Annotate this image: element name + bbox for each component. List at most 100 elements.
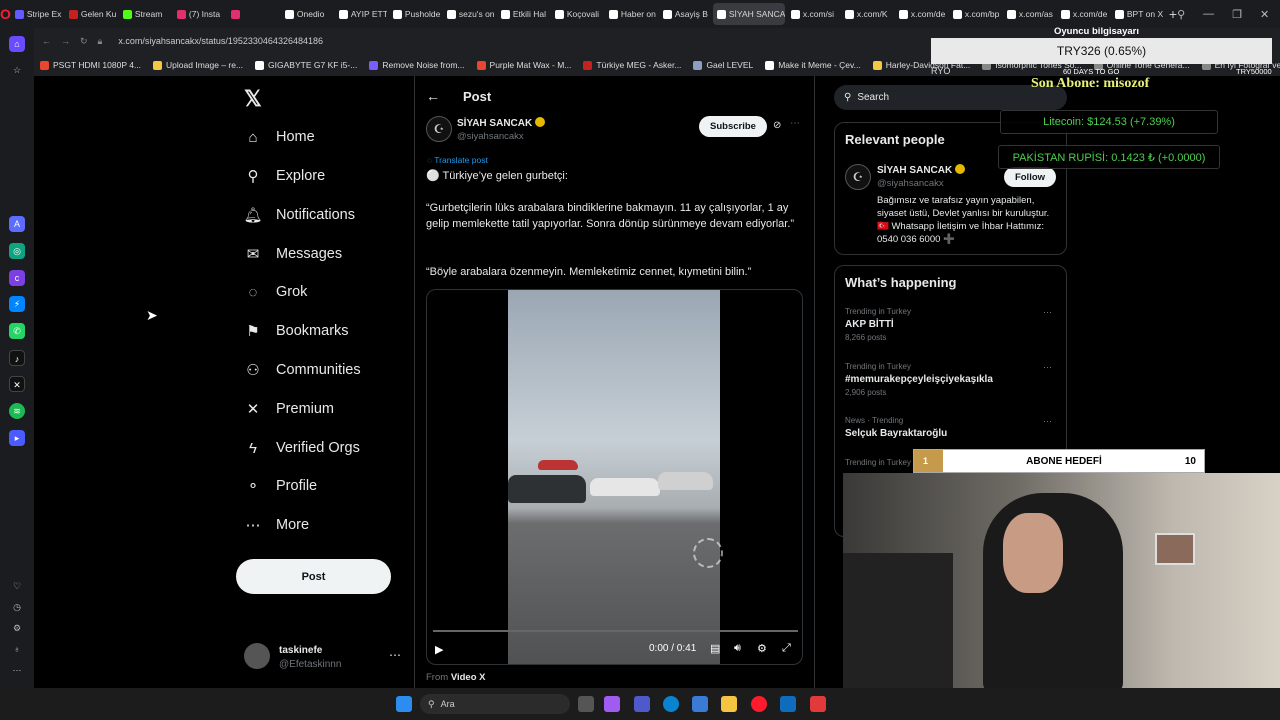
trend-item[interactable]: Trending in Turkey #memurakepçeyleişçiyek… [845,362,1060,397]
nav-item-communities[interactable]: ⚇ Communities [244,357,360,383]
nav-item-home[interactable]: ⌂ Home [244,124,314,150]
back-icon[interactable]: ← [42,36,51,46]
bookmark-item[interactable]: Remove Noise from... [369,60,465,70]
browser-tab[interactable]: sezu's on [443,3,495,25]
volume-icon[interactable]: 🔊︎ [734,642,741,655]
browser-tab[interactable]: SİYAH SANCAK [712,3,785,25]
back-arrow-icon[interactable]: ← [426,88,440,104]
player-icon[interactable]: ▸ [9,430,25,446]
relevant-name[interactable]: SİYAH SANCAK [877,164,966,176]
post-more-icon[interactable]: ⋯ [790,118,800,129]
bookmark-item[interactable]: PSGT HDMI 1080P 4... [40,60,141,70]
edge-icon[interactable] [663,696,679,712]
browser-tab[interactable]: x.com/si [787,3,839,25]
video-progress-bar[interactable] [433,630,798,632]
aria-icon[interactable]: A [9,216,25,232]
browser-tab[interactable]: x.com/as [1003,3,1055,25]
browser-tab[interactable]: (7) Insta [173,3,225,25]
trend-item[interactable]: Trending in Turkey AKP BİTTİ 8,266 posts ⋯ [845,307,1060,342]
from-source-link[interactable]: Video X [451,672,486,683]
minimize-icon[interactable]: — [1203,8,1214,21]
trend-more-icon[interactable]: ⋯ [1043,307,1052,318]
bookmark-item[interactable]: Gael LEVEL [693,60,753,70]
bookmark-item[interactable]: Upload Image – re... [153,60,243,70]
fullscreen-icon[interactable]: ⤢ [782,642,791,655]
bookmark-item[interactable]: Türkiye MEG - Asker... [583,60,681,70]
relevant-handle[interactable]: @siyahsancakx [877,178,944,189]
author-handle[interactable]: @siyahsancakx [457,131,524,142]
video-frame[interactable] [508,290,723,664]
lightbulb-icon[interactable]: ♁ [9,641,25,657]
post-button[interactable]: Post [236,559,391,594]
author-avatar[interactable]: ☪ [426,116,452,142]
browser-tab[interactable]: Etkili Hal [497,3,549,25]
messenger-icon[interactable]: ⚡︎ [9,296,25,312]
browser-tab[interactable]: Pusholde [389,3,441,25]
nav-item-more[interactable]: ⋯ More [244,512,310,538]
star-icon[interactable]: ☆ [9,62,25,78]
cs-icon[interactable]: c [9,270,25,286]
browser-tab[interactable]: Onedio [281,3,333,25]
translate-post-link[interactable]: ◌ Translate post [427,155,488,165]
grok-icon[interactable]: ⊘ [773,120,781,131]
close-window-icon[interactable]: ✕ [1260,8,1269,21]
reload-icon[interactable]: ↻ [80,36,88,47]
x-app-icon[interactable]: ✕ [9,376,25,392]
account-switcher[interactable]: taskinefe @Efetaskinnn ⋯ [244,643,404,675]
browser-tab[interactable]: Stripe Ex [11,3,63,25]
browser-tab[interactable]: Stream [119,3,171,25]
forward-icon[interactable]: → [61,36,70,46]
history-icon[interactable]: ◷ [9,599,25,615]
browser-tab[interactable]: Gelen Ku [65,3,117,25]
url-field[interactable]: x.com/siyahsancakx/status/19523304643264… [118,36,323,46]
home-icon[interactable]: ⌂ [9,36,25,52]
outlook-icon[interactable] [780,696,796,712]
video-player[interactable]: ▶ 0:00 / 0:41 ▤ 🔊︎ ⚙ ⤢ [426,289,803,665]
wps-icon[interactable] [810,696,826,712]
settings-icon[interactable]: ⚙ [9,620,25,636]
chatgpt-icon[interactable]: ◎ [9,243,25,259]
follow-button[interactable]: Follow [1004,167,1056,187]
bookmark-item[interactable]: Purple Mat Wax - M... [476,60,571,70]
tiktok-icon[interactable]: ♪ [9,350,25,366]
heart-icon[interactable]: ♡ [9,578,25,594]
nav-item-bookmarks[interactable]: ⚑ Bookmarks [244,318,348,344]
copilot-icon[interactable] [604,696,620,712]
captions-icon[interactable]: ▤ [710,642,720,655]
nav-item-premium[interactable]: ✕ Premium [244,396,334,422]
browser-tab[interactable]: BPT on X [1111,3,1163,25]
opera-logo-icon[interactable]: O [0,0,11,28]
spotify-icon[interactable]: ≋ [9,403,25,419]
task-view-icon[interactable] [578,696,594,712]
search-tabs-icon[interactable]: ⚲ [1177,8,1185,21]
nav-item-grok[interactable]: ◌ Grok [244,279,308,305]
sidebar-more-icon[interactable]: ⋯ [9,662,25,678]
windows-start-icon[interactable] [396,696,412,712]
bookmark-item[interactable]: Make it Meme - Çev... [765,60,861,70]
video-settings-icon[interactable]: ⚙ [757,642,767,655]
nav-item-notifications[interactable]: 🔔︎ Notifications [243,202,355,228]
browser-tab[interactable]: x.com/K [841,3,893,25]
trend-more-icon[interactable]: ⋯ [1043,416,1052,427]
browser-tab[interactable]: Haber on [605,3,657,25]
trend-more-icon[interactable]: ⋯ [1043,362,1052,373]
nav-item-profile[interactable]: ⚬ Profile [244,473,317,499]
account-more-icon[interactable]: ⋯ [389,648,401,662]
trend-item[interactable]: News · Trending Selçuk Bayraktaroğlu ⋯ [845,416,1060,442]
browser-tab[interactable]: AYIP ETT [335,3,387,25]
browser-tab[interactable] [227,3,279,25]
file-explorer-icon[interactable] [721,696,737,712]
browser-tab[interactable]: Koçovali [551,3,603,25]
nav-item-verified-orgs[interactable]: ϟ Verified Orgs [244,435,360,461]
browser-tab[interactable]: x.com/de [895,3,947,25]
relevant-avatar[interactable]: ☪ [845,164,871,190]
opera-taskbar-icon[interactable] [751,696,767,712]
play-icon[interactable]: ▶ [435,643,443,656]
browser-tab[interactable]: Asayiş B [659,3,711,25]
maximize-icon[interactable]: ❐ [1232,8,1242,21]
browser-tab[interactable]: x.com/de [1057,3,1109,25]
nav-item-messages[interactable]: ✉ Messages [244,241,342,267]
taskbar-search[interactable]: ⚲ Ara [420,694,570,714]
x-logo-icon[interactable]: 𝕏 [244,86,262,112]
author-name[interactable]: SİYAH SANCAK [457,117,546,129]
